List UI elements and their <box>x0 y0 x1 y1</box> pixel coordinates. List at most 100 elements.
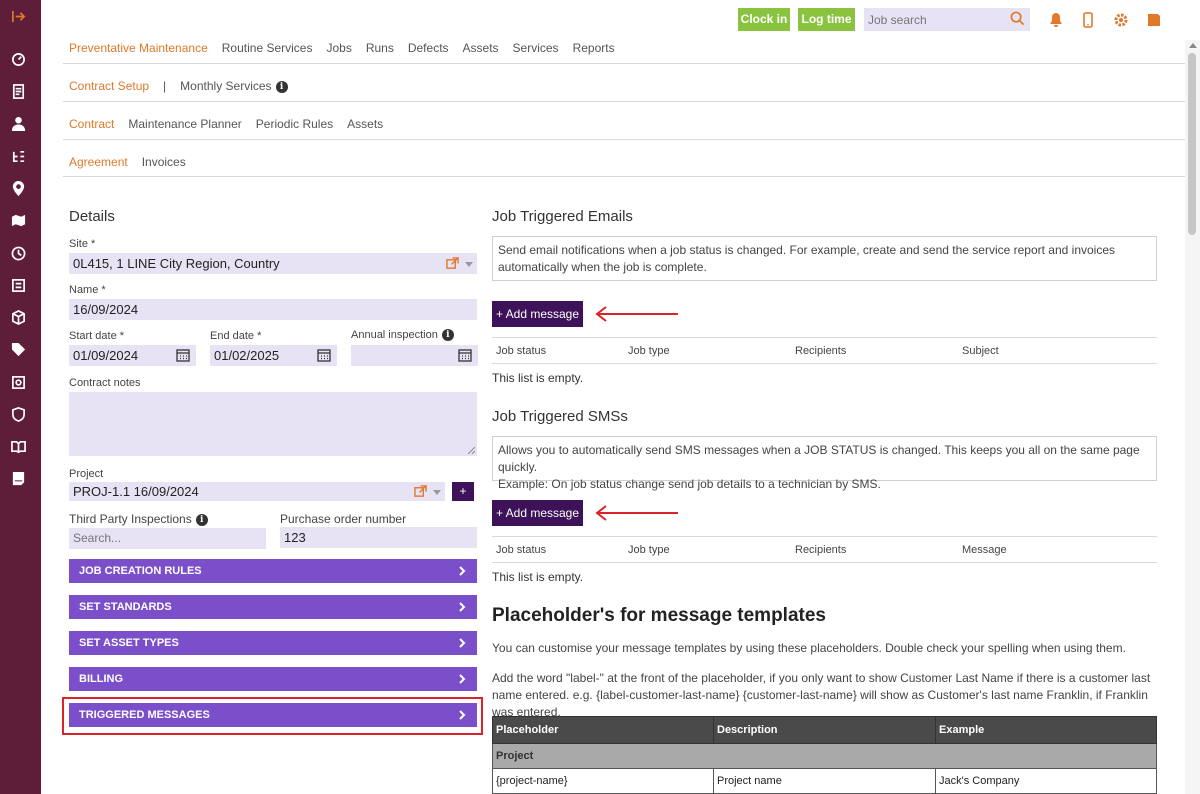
calendar-icon[interactable] <box>176 348 190 362</box>
main-nav: Preventative Maintenance Routine Service… <box>69 41 629 61</box>
column-job-type[interactable]: Job type <box>628 544 670 556</box>
gear-icon[interactable] <box>1113 12 1129 28</box>
info-icon[interactable]: i <box>275 80 288 93</box>
accordion-set-standards[interactable]: SET STANDARDS <box>69 595 477 619</box>
sms-table-header: Job status Job type Recipients Message <box>492 536 1157 563</box>
po-number-label: Purchase order number <box>280 512 407 526</box>
clock-icon[interactable] <box>10 246 26 262</box>
search-icon[interactable] <box>1010 11 1025 26</box>
log-time-button[interactable]: Log time <box>798 8 855 31</box>
expand-sidebar-icon[interactable] <box>10 9 26 25</box>
table-header-row: Placeholder Description Example <box>492 716 1157 744</box>
divider <box>63 101 1185 102</box>
accordion-set-asset-types[interactable]: SET ASSET TYPES <box>69 631 477 655</box>
nav-services[interactable]: Services <box>513 41 559 61</box>
nav-assets[interactable]: Assets <box>463 41 499 61</box>
info-icon[interactable]: i <box>195 513 208 526</box>
tab-monthly-services[interactable]: Monthly Services i <box>180 79 301 99</box>
name-input[interactable]: 16/09/2024 <box>69 299 477 320</box>
mobile-icon[interactable] <box>1080 12 1096 28</box>
job-search-input[interactable] <box>864 8 1030 31</box>
page-scrollbar[interactable] <box>1185 40 1200 794</box>
scroll-up-arrow[interactable] <box>1189 43 1197 48</box>
tab-contract-setup[interactable]: Contract Setup <box>69 79 149 99</box>
divider <box>63 139 1185 140</box>
start-date-label: Start date * <box>69 330 125 342</box>
column-subject[interactable]: Subject <box>962 345 999 357</box>
add-sms-message-button[interactable]: + Add message <box>492 500 583 526</box>
tab-agreement[interactable]: Agreement <box>69 155 128 175</box>
project-select[interactable]: PROJ-1.1 16/09/2024 <box>69 482 445 501</box>
column-job-type[interactable]: Job type <box>628 345 670 357</box>
tab-invoices[interactable]: Invoices <box>142 155 186 175</box>
tab-assets[interactable]: Assets <box>347 117 383 137</box>
annual-inspection-text: Annual inspection <box>351 329 438 341</box>
location-icon[interactable] <box>10 181 26 197</box>
column-recipients[interactable]: Recipients <box>795 544 846 556</box>
table-group-row: Project <box>492 743 1157 769</box>
placeholders-label-note: Add the word "label-" at the front of th… <box>492 671 1151 719</box>
accordion-job-creation-rules[interactable]: JOB CREATION RULES <box>69 559 477 583</box>
chevron-down-icon[interactable] <box>433 490 441 495</box>
scroll-thumb[interactable] <box>1188 53 1196 235</box>
tag-icon[interactable] <box>10 342 26 358</box>
end-date-value: 01/02/2025 <box>214 348 280 363</box>
map-icon[interactable] <box>10 213 26 229</box>
placeholders-table: Placeholder Description Example Project … <box>492 716 1157 794</box>
column-recipients[interactable]: Recipients <box>795 345 846 357</box>
annual-inspection-input[interactable] <box>351 345 478 366</box>
help-book-icon[interactable] <box>1146 12 1162 28</box>
nav-runs[interactable]: Runs <box>366 41 394 61</box>
nav-reports[interactable]: Reports <box>573 41 615 61</box>
po-number-input[interactable]: 123 <box>280 527 477 548</box>
nav-preventative-maintenance[interactable]: Preventative Maintenance <box>69 41 208 61</box>
column-description: Description <box>713 716 936 744</box>
info-icon[interactable]: i <box>441 329 454 342</box>
sub-nav-3: Agreement Invoices <box>69 155 200 175</box>
emails-title: Job Triggered Emails <box>492 208 633 225</box>
emails-empty-message: This list is empty. <box>492 371 584 385</box>
nav-defects[interactable]: Defects <box>408 41 449 61</box>
dashboard-icon[interactable] <box>10 52 26 68</box>
external-link-icon[interactable] <box>446 257 459 270</box>
tab-maintenance-planner[interactable]: Maintenance Planner <box>128 117 241 137</box>
add-email-message-button[interactable]: + Add message <box>492 301 583 327</box>
column-message[interactable]: Message <box>962 544 1007 556</box>
shield-icon[interactable] <box>10 407 26 423</box>
start-date-input[interactable]: 01/09/2024 <box>69 345 196 366</box>
tab-contract[interactable]: Contract <box>69 117 114 137</box>
nav-routine-services[interactable]: Routine Services <box>222 41 313 61</box>
chevron-right-icon <box>459 674 466 684</box>
user-icon[interactable] <box>10 116 26 132</box>
column-job-status[interactable]: Job status <box>496 544 546 556</box>
scan-icon[interactable] <box>10 375 26 391</box>
calendar-icon[interactable] <box>458 348 472 362</box>
site-select[interactable]: 0L415, 1 LINE City Region, Country <box>69 253 477 274</box>
name-label: Name * <box>69 284 106 296</box>
accordion-label: SET ASSET TYPES <box>79 637 179 649</box>
tab-periodic-rules[interactable]: Periodic Rules <box>256 117 333 137</box>
document-icon[interactable] <box>10 84 26 100</box>
contract-notes-textarea[interactable] <box>69 392 477 456</box>
resize-handle-icon[interactable] <box>468 447 475 454</box>
accordion-billing[interactable]: BILLING <box>69 667 477 691</box>
annual-inspection-label: Annual inspection i <box>351 329 454 342</box>
chevron-down-icon[interactable] <box>465 262 473 267</box>
hierarchy-icon[interactable] <box>10 149 26 165</box>
project-label: Project <box>69 468 104 480</box>
box-icon[interactable] <box>10 309 26 326</box>
clock-in-button[interactable]: Clock in <box>738 8 790 31</box>
third-party-search-input[interactable] <box>69 528 266 549</box>
nav-jobs[interactable]: Jobs <box>326 41 351 61</box>
calendar-icon[interactable] <box>317 348 331 362</box>
start-date-value: 01/09/2024 <box>73 348 139 363</box>
notes-icon[interactable] <box>10 471 26 487</box>
end-date-input[interactable]: 01/02/2025 <box>210 345 337 366</box>
end-date-label: End date * <box>210 330 262 342</box>
book-icon[interactable] <box>10 439 26 455</box>
external-link-icon[interactable] <box>414 485 427 498</box>
bell-icon[interactable] <box>1048 12 1064 28</box>
column-job-status[interactable]: Job status <box>496 345 546 357</box>
checklist-icon[interactable] <box>10 278 26 294</box>
add-project-button[interactable]: + <box>452 482 474 501</box>
